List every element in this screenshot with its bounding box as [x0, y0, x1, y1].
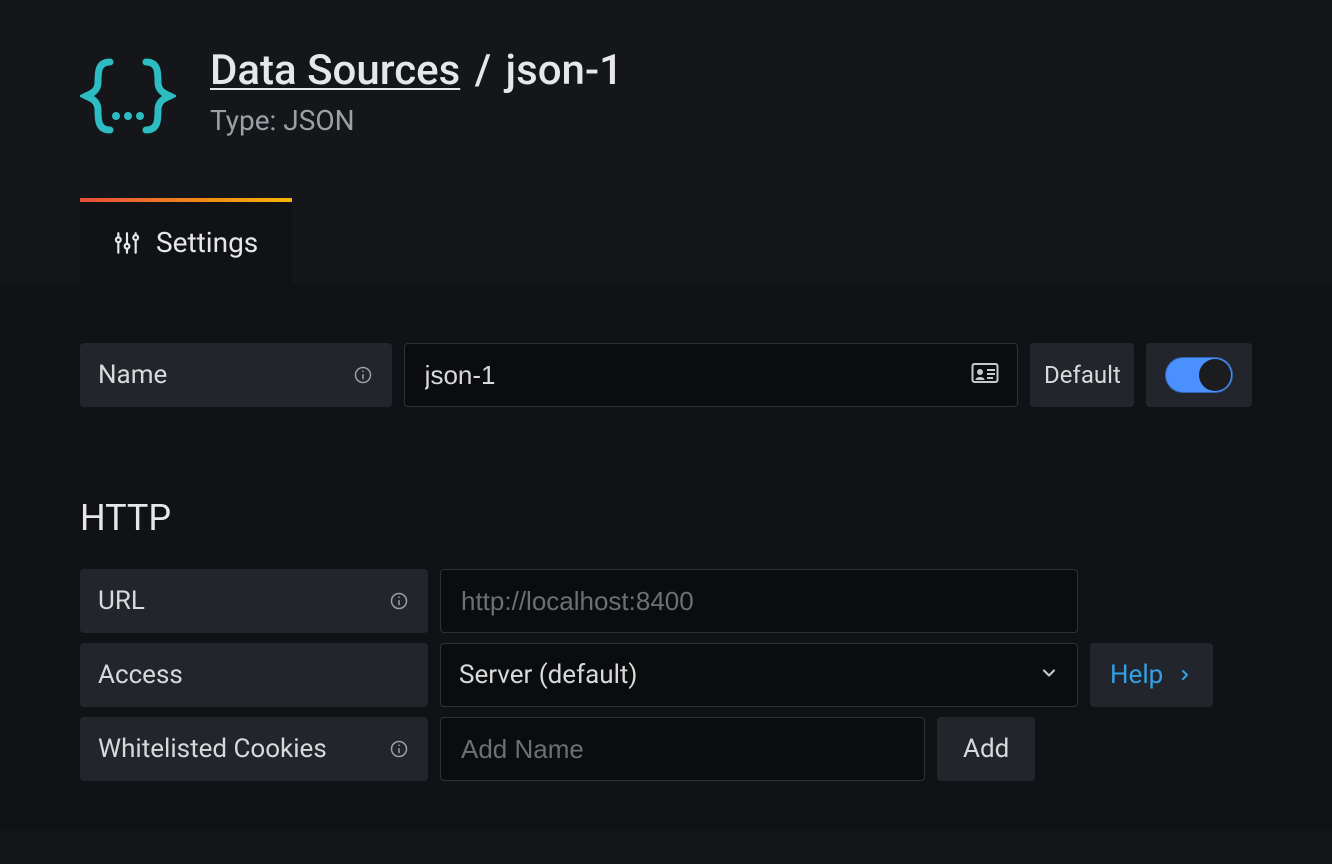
url-input[interactable]	[459, 585, 1059, 618]
url-row: URL	[80, 569, 1252, 633]
cookies-row: Whitelisted Cookies Add	[80, 717, 1252, 781]
access-label-text: Access	[98, 660, 183, 690]
access-value: Server (default)	[459, 660, 637, 690]
cookies-input-wrap	[440, 717, 925, 781]
http-section-title: HTTP	[80, 497, 1252, 539]
settings-content: Name Def	[0, 283, 1332, 831]
add-button[interactable]: Add	[937, 717, 1035, 781]
chevron-down-icon	[1039, 663, 1059, 687]
json-logo-icon	[80, 48, 176, 144]
access-select[interactable]: Server (default)	[440, 643, 1078, 707]
info-icon[interactable]	[388, 590, 410, 612]
help-button[interactable]: Help	[1090, 643, 1213, 707]
url-label: URL	[80, 569, 428, 633]
help-label: Help	[1110, 660, 1163, 690]
default-label-text: Default	[1044, 361, 1121, 389]
id-card-icon	[971, 361, 999, 389]
tab-bar: Settings	[0, 198, 1332, 283]
tab-settings[interactable]: Settings	[80, 198, 292, 283]
breadcrumb-root-link[interactable]: Data Sources	[210, 46, 460, 95]
type-subtitle: Type: JSON	[210, 104, 623, 137]
url-label-text: URL	[98, 586, 145, 616]
info-icon[interactable]	[388, 738, 410, 760]
tab-settings-label: Settings	[156, 226, 258, 259]
cookies-input[interactable]	[459, 733, 906, 766]
name-row: Name Def	[80, 343, 1252, 407]
name-input[interactable]	[423, 359, 960, 392]
chevron-right-icon	[1177, 667, 1193, 683]
name-label-text: Name	[98, 360, 167, 390]
access-row: Access Server (default) Help	[80, 643, 1252, 707]
cookies-label-text: Whitelisted Cookies	[98, 734, 327, 764]
toggle-track	[1165, 357, 1233, 393]
default-toggle[interactable]	[1146, 343, 1252, 407]
breadcrumb-separator: /	[475, 46, 491, 95]
url-input-wrap	[440, 569, 1078, 633]
cookies-label: Whitelisted Cookies	[80, 717, 428, 781]
page-header: Data Sources / json-1 Type: JSON	[0, 0, 1332, 144]
name-label: Name	[80, 343, 392, 407]
sliders-icon	[114, 230, 140, 256]
default-label: Default	[1030, 343, 1134, 407]
info-icon[interactable]	[352, 364, 374, 386]
access-label: Access	[80, 643, 428, 707]
toggle-knob	[1199, 359, 1231, 391]
add-button-label: Add	[963, 734, 1009, 764]
breadcrumb-current: json-1	[506, 46, 624, 95]
name-input-wrap	[404, 343, 1019, 407]
breadcrumb: Data Sources / json-1	[210, 48, 623, 94]
